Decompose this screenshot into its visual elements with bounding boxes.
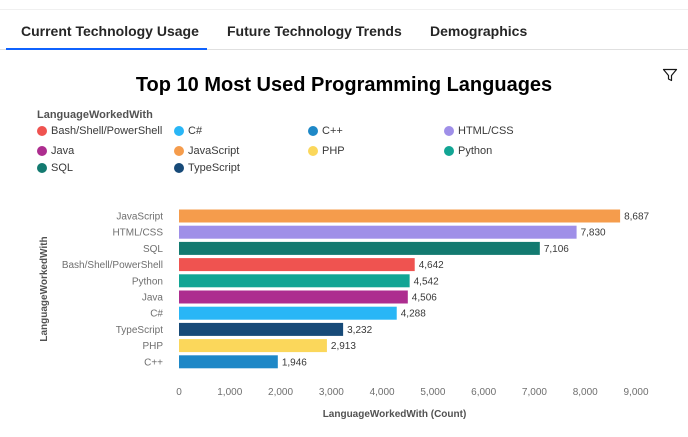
category-label: SQL — [143, 244, 163, 255]
data-label: 4,542 — [414, 276, 439, 287]
data-label: 8,687 — [624, 212, 649, 223]
x-tick-label: 9,000 — [623, 387, 648, 398]
x-tick-label: 3,000 — [319, 387, 344, 398]
x-tick-label: 8,000 — [573, 387, 598, 398]
data-label: 4,506 — [412, 293, 437, 304]
bar-csharp — [179, 306, 397, 320]
data-label: 7,106 — [544, 244, 569, 255]
category-label: PHP — [142, 341, 163, 352]
bar-python — [179, 274, 410, 288]
bar-chart: JavaScript 8,687 HTML/CSS 7,830 SQL 7,106 Bash… — [39, 209, 650, 420]
y-axis-title: LanguageWorkedWith — [39, 236, 50, 341]
data-label: 4,288 — [401, 309, 426, 320]
x-axis-title: LanguageWorkedWith (Count) — [323, 409, 467, 420]
x-tick-label: 0 — [176, 387, 182, 398]
bar-html-css — [179, 225, 577, 239]
category-label: C# — [150, 309, 163, 320]
bar-typescript — [179, 322, 344, 336]
bar-javascript — [179, 209, 621, 223]
bar-java — [179, 290, 408, 304]
category-label: JavaScript — [116, 212, 163, 223]
category-label: C++ — [144, 357, 163, 368]
bar-bash-shell-powershell — [179, 258, 415, 272]
x-tick-label: 1,000 — [217, 387, 242, 398]
category-label: Bash/Shell/PowerShell — [62, 260, 163, 271]
data-label: 3,232 — [347, 325, 372, 336]
bar-php — [179, 339, 327, 353]
x-tick-label: 2,000 — [268, 387, 293, 398]
category-label: Python — [132, 276, 163, 287]
x-tick-label: 7,000 — [522, 387, 547, 398]
category-label: HTML/CSS — [112, 228, 163, 239]
data-label: 1,946 — [282, 357, 307, 368]
data-label: 2,913 — [331, 341, 356, 352]
bar-sql — [179, 241, 540, 255]
x-tick-label: 4,000 — [370, 387, 395, 398]
x-tick-label: 6,000 — [471, 387, 496, 398]
data-label: 7,830 — [581, 228, 606, 239]
category-label: TypeScript — [116, 325, 163, 336]
category-label: Java — [142, 293, 164, 304]
x-tick-label: 5,000 — [420, 387, 445, 398]
data-label: 4,642 — [419, 260, 444, 271]
bar-cplusplus — [179, 355, 278, 369]
